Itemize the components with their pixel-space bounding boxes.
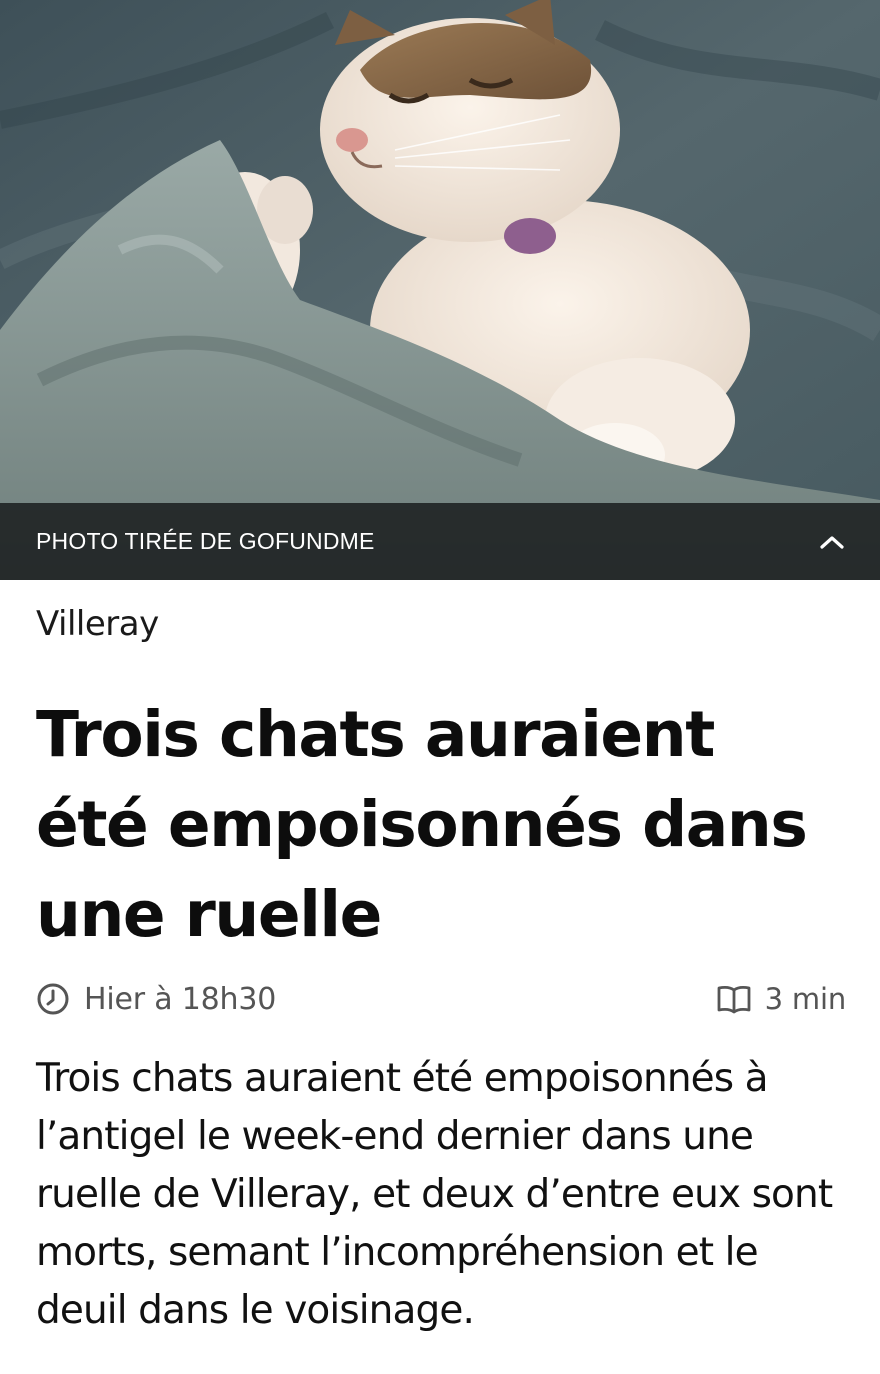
section-label[interactable]: Villeray — [36, 604, 159, 644]
read-time: 3 min — [717, 982, 846, 1016]
article-headline: Trois chats auraient été empoisonnés dan… — [36, 698, 808, 951]
photo-caption-bar: PHOTO TIRÉE DE GOFUNDME — [0, 503, 880, 580]
publish-time: Hier à 18h30 — [36, 982, 276, 1017]
chevron-up-icon — [820, 535, 844, 549]
article-meta: Hier à 18h30 3 min — [36, 978, 846, 1020]
publish-time-text: Hier à 18h30 — [84, 981, 277, 1017]
article-lead: Trois chats auraient été empoisonnés à l… — [36, 1056, 833, 1333]
photo-credit: PHOTO TIRÉE DE GOFUNDME — [36, 528, 375, 554]
book-icon — [717, 986, 751, 1014]
hero-image: PHOTO TIRÉE DE GOFUNDME — [0, 0, 880, 580]
cat-photo — [0, 0, 880, 580]
read-time-text: 3 min — [764, 982, 847, 1016]
clock-icon — [37, 983, 69, 1015]
caption-toggle-button[interactable] — [812, 522, 852, 562]
